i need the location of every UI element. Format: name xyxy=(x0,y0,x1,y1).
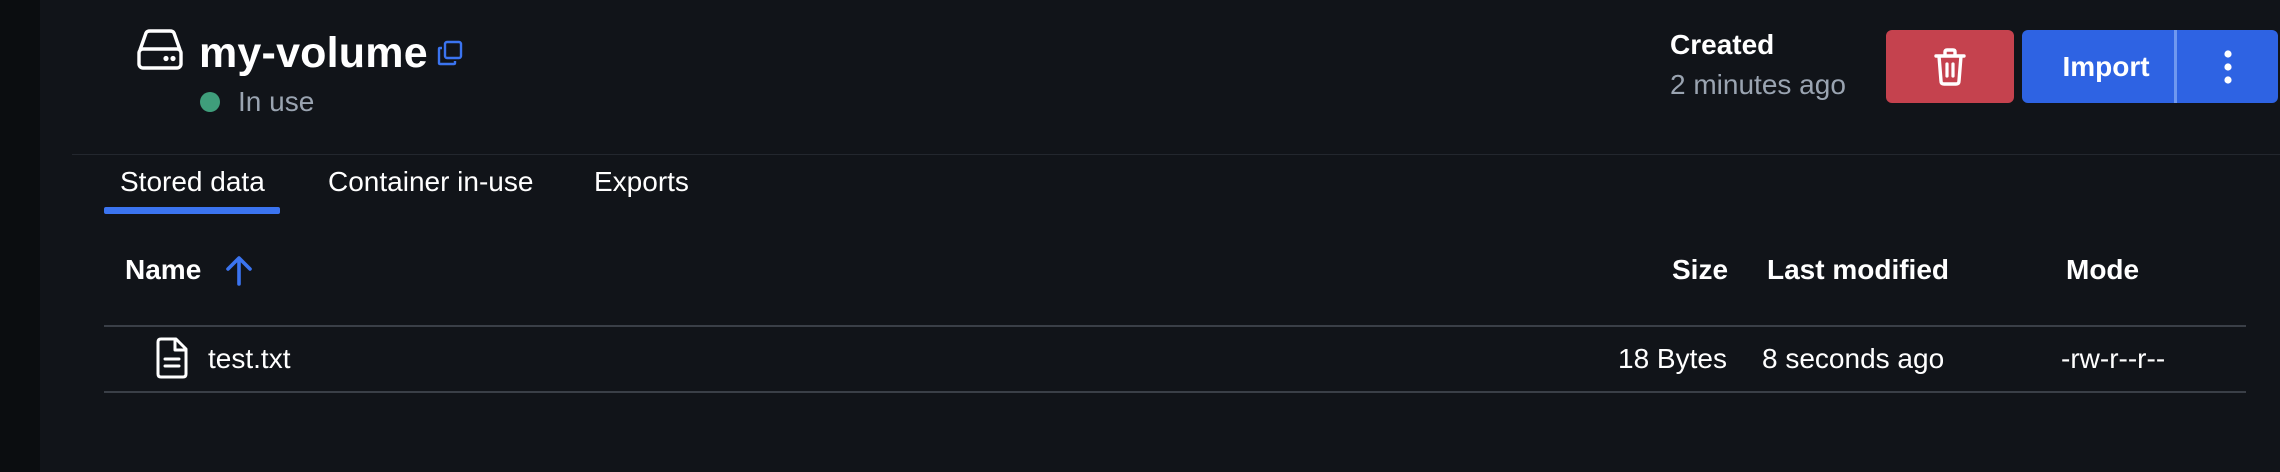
status-text: In use xyxy=(238,86,315,117)
created-info: Created 2 minutes ago xyxy=(1670,26,1846,106)
table-row-divider xyxy=(104,391,2246,393)
created-value: 2 minutes ago xyxy=(1670,69,1846,100)
status-dot xyxy=(200,92,220,112)
table-row[interactable]: test.txt 18 Bytes 8 seconds ago -rw-r--r… xyxy=(104,327,2246,391)
active-tab-indicator xyxy=(104,207,280,214)
tab-stored-data[interactable]: Stored data xyxy=(120,166,265,198)
column-header-mode[interactable]: Mode xyxy=(2066,254,2139,286)
tab-container-in-use[interactable]: Container in-use xyxy=(328,166,533,198)
status-indicator: In use xyxy=(200,84,314,120)
column-header-size[interactable]: Size xyxy=(1672,254,1728,286)
delete-button[interactable] xyxy=(1886,30,2014,103)
column-header-name[interactable]: Name xyxy=(125,254,201,286)
more-options-button[interactable] xyxy=(2177,30,2278,103)
file-last-modified: 8 seconds ago xyxy=(1762,343,1945,374)
copy-icon[interactable] xyxy=(437,40,463,66)
file-mode: -rw-r--r-- xyxy=(2061,343,2166,374)
page-title: my-volume xyxy=(199,29,428,77)
file-name: test.txt xyxy=(208,343,291,374)
volume-header: my-volume In use Created 2 minutes ago I… xyxy=(0,0,2280,155)
created-label: Created xyxy=(1670,29,1775,60)
file-icon xyxy=(156,337,188,379)
trash-icon xyxy=(1934,47,1966,86)
more-vertical-icon xyxy=(2223,49,2232,84)
import-button[interactable]: Import xyxy=(2022,30,2172,103)
arrow-up-icon[interactable] xyxy=(222,254,256,288)
volume-icon xyxy=(137,29,183,70)
file-size: 18 Bytes xyxy=(1618,343,1727,374)
tab-exports[interactable]: Exports xyxy=(594,166,689,198)
header-divider xyxy=(72,154,2280,155)
import-split-button: Import xyxy=(2022,30,2278,103)
column-header-last-modified[interactable]: Last modified xyxy=(1767,254,1949,286)
